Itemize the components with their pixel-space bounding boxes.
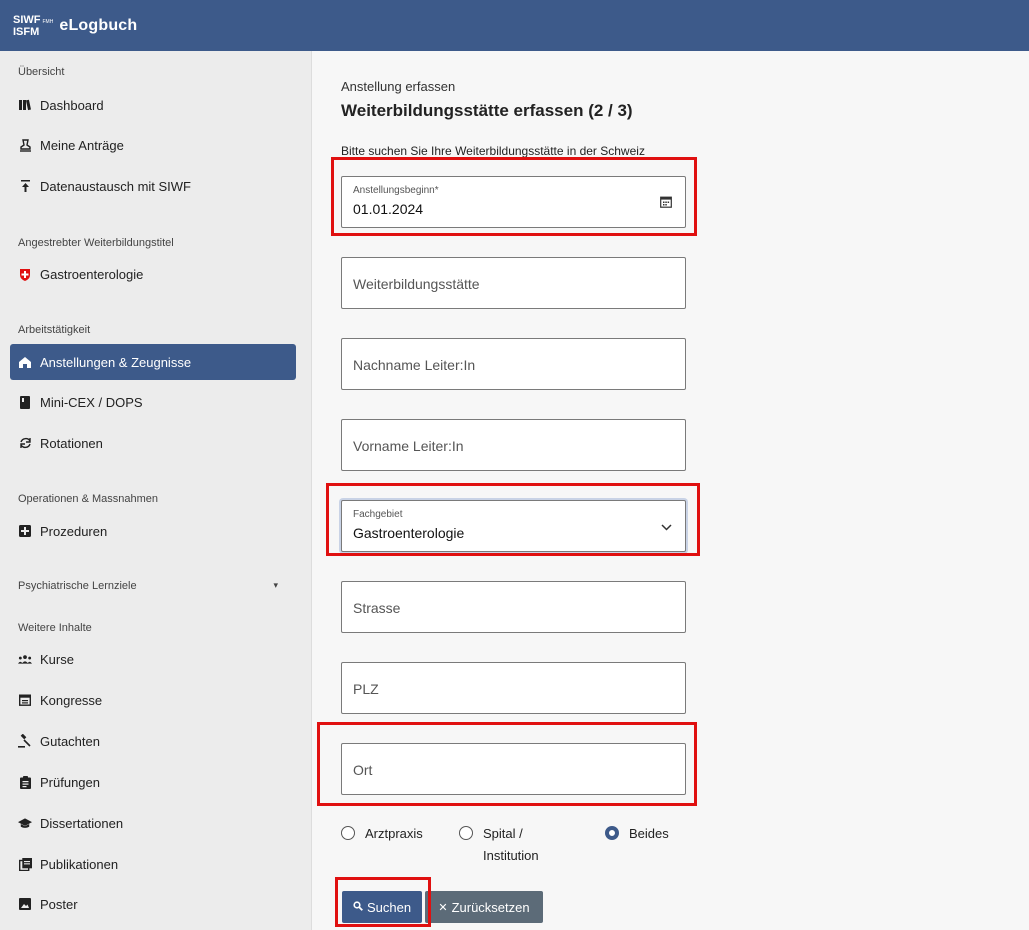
house-icon: [18, 355, 32, 369]
sidebar-item-antraege[interactable]: Meine Anträge: [10, 127, 296, 163]
radio-beides[interactable]: Beides: [605, 825, 669, 842]
sidebar-item-label: Gutachten: [40, 733, 100, 749]
sidebar-item-kurse[interactable]: Kurse: [10, 641, 296, 677]
sidebar-item-label: Gastroenterologie: [40, 266, 144, 282]
section-overview: Übersicht: [18, 66, 65, 78]
sidebar-item-datenaustausch[interactable]: Datenaustausch mit SIWF: [10, 168, 296, 204]
section-weiterbildungstitel: Angestrebter Weiterbildungstitel: [18, 237, 174, 249]
zuruecksetzen-button[interactable]: ✕ Zurücksetzen: [425, 891, 543, 923]
sidebar-item-poster[interactable]: Poster: [10, 886, 296, 922]
nachname-leiter-placeholder: Nachname Leiter:In: [353, 357, 476, 373]
sidebar-item-kongresse[interactable]: Kongresse: [10, 682, 296, 718]
sidebar-item-label: Poster: [40, 896, 78, 912]
search-hint: Bitte suchen Sie Ihre Weiterbildungsstät…: [341, 144, 645, 158]
sidebar-item-minicex[interactable]: Mini-CEX / DOPS: [10, 384, 296, 420]
radio-spital-label: Spital / Institution: [483, 823, 539, 867]
sidebar-item-rotationen[interactable]: Rotationen: [10, 425, 296, 461]
vorname-leiter-placeholder: Vorname Leiter:In: [353, 438, 464, 454]
strasse-input[interactable]: Strasse: [341, 581, 686, 633]
sidebar-item-label: Dashboard: [40, 97, 104, 113]
book-icon: [18, 395, 32, 409]
upload-icon: [18, 179, 32, 193]
gavel-icon: [18, 734, 32, 748]
nachname-leiter-input[interactable]: Nachname Leiter:In: [341, 338, 686, 390]
strasse-placeholder: Strasse: [353, 600, 401, 616]
calendar-list-icon: [18, 693, 32, 707]
plz-placeholder: PLZ: [353, 681, 379, 697]
sidebar-item-gutachten[interactable]: Gutachten: [10, 723, 296, 759]
sidebar-item-publikationen[interactable]: Publikationen: [10, 846, 296, 882]
section-psych-label: Psychiatrische Lernziele: [18, 580, 137, 592]
radio-circle[interactable]: [341, 826, 355, 840]
clipboard-icon: [18, 775, 32, 789]
sidebar-item-dashboard[interactable]: Dashboard: [10, 87, 296, 123]
section-operationen: Operationen & Massnahmen: [18, 493, 159, 505]
rotate-icon: [18, 436, 32, 450]
image-icon: [18, 897, 32, 911]
documents-icon: [18, 857, 32, 871]
group-icon: [18, 652, 32, 666]
section-arbeitstaetigkeit: Arbeitstätigkeit: [18, 324, 91, 336]
plz-input[interactable]: PLZ: [341, 662, 686, 714]
sidebar-item-label: Kurse: [40, 651, 74, 667]
sidebar-item-pruefungen[interactable]: Prüfungen: [10, 764, 296, 800]
sidebar-item-label: Meine Anträge: [40, 137, 124, 153]
radio-spital-label-line2: Institution: [483, 848, 539, 863]
logo-text-fmh: FMH: [42, 18, 54, 25]
bar-chart-icon: [18, 98, 32, 112]
sidebar-item-label: Prüfungen: [40, 774, 100, 790]
section-weitere-inhalte: Weitere Inhalte: [18, 622, 92, 634]
sidebar-item-prozeduren[interactable]: Prozeduren: [10, 513, 296, 549]
plus-box-icon: [18, 524, 32, 538]
weiterbildungsstaette-placeholder: Weiterbildungsstätte: [353, 276, 480, 292]
sidebar-item-dissertationen[interactable]: Dissertationen: [10, 805, 296, 841]
close-icon: ✕: [438, 901, 448, 914]
page-kicker: Anstellung erfassen: [341, 79, 456, 94]
app-title[interactable]: eLogbuch: [59, 17, 137, 35]
highlight-box-anstellungsbeginn: [331, 157, 697, 236]
highlight-box-ort: [317, 722, 697, 806]
top-bar: SIWF FMH ISFM eLogbuch: [0, 0, 1029, 51]
sidebar-item-gastroenterologie[interactable]: Gastroenterologie: [10, 256, 296, 292]
radio-circle-selected[interactable]: [605, 826, 619, 840]
section-psychiatrische-lernziele[interactable]: Psychiatrische Lernziele ▾: [18, 580, 294, 592]
sidebar: Übersicht Dashboard Meine Anträge Datena…: [0, 51, 312, 930]
radio-arztpraxis-label: Arztpraxis: [365, 826, 423, 841]
logo-text-siwf: SIWF: [13, 13, 41, 26]
graduation-cap-icon: [18, 816, 32, 830]
highlight-box-fachgebiet: [326, 483, 700, 556]
radio-spital-institution[interactable]: Spital / Institution: [459, 825, 539, 867]
sidebar-item-label: Publikationen: [40, 856, 119, 872]
sidebar-item-anstellungen[interactable]: Anstellungen & Zeugnisse: [10, 344, 296, 380]
swiss-cross-icon: [18, 267, 32, 281]
siwf-logo[interactable]: SIWF FMH ISFM: [13, 13, 54, 38]
zuruecksetzen-button-label: Zurücksetzen: [451, 899, 530, 915]
page-title: Weiterbildungsstätte erfassen (2 / 3): [341, 101, 633, 120]
sidebar-item-label: Mini-CEX / DOPS: [40, 394, 143, 410]
logo-text-isfm: ISFM: [13, 25, 40, 38]
highlight-box-suchen: [335, 877, 431, 927]
vorname-leiter-input[interactable]: Vorname Leiter:In: [341, 419, 686, 471]
radio-beides-label: Beides: [629, 826, 669, 841]
radio-arztpraxis[interactable]: Arztpraxis: [341, 825, 423, 842]
sidebar-item-label: Anstellungen & Zeugnisse: [40, 354, 192, 370]
radio-circle[interactable]: [459, 826, 473, 840]
sidebar-item-label: Prozeduren: [40, 523, 108, 539]
weiterbildungsstaette-input[interactable]: Weiterbildungsstätte: [341, 257, 686, 309]
sidebar-item-label: Rotationen: [40, 435, 103, 451]
sidebar-item-label: Dissertationen: [40, 815, 124, 831]
sidebar-item-label: Kongresse: [40, 692, 103, 708]
sidebar-item-label: Datenaustausch mit SIWF: [40, 178, 191, 194]
radio-spital-label-line1: Spital /: [483, 826, 523, 841]
caret-down-icon: ▾: [273, 580, 278, 590]
stamp-icon: [18, 138, 32, 152]
